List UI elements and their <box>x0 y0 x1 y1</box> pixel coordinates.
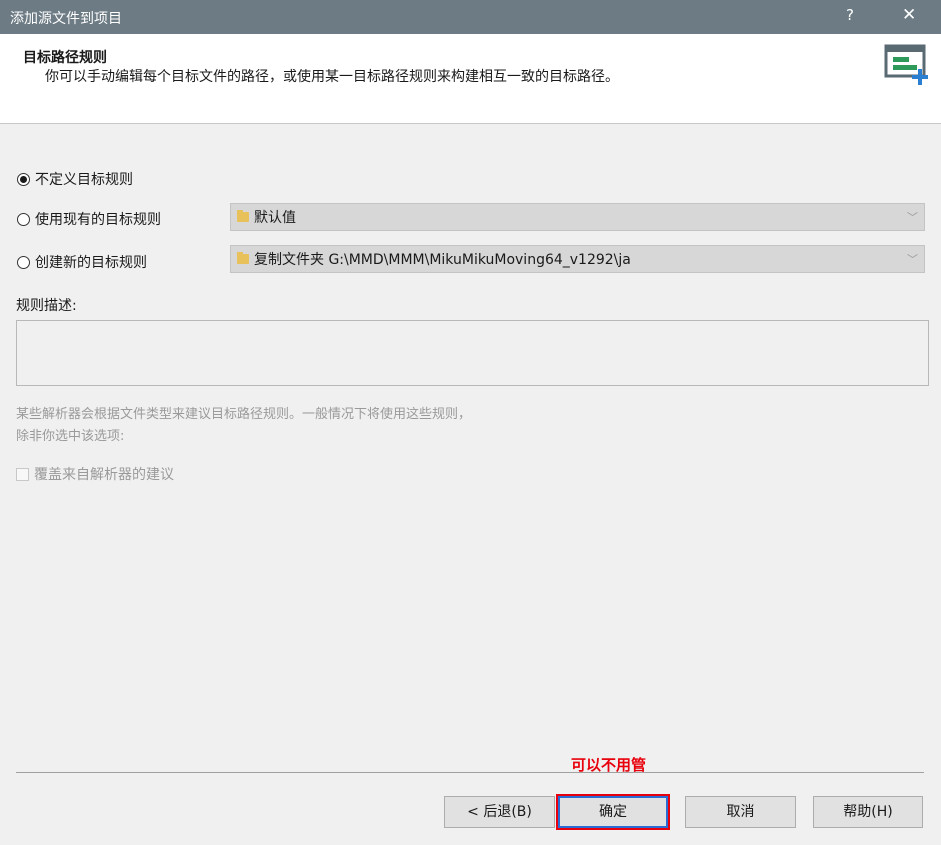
new-rule-select[interactable]: 复制文件夹 G:\MMD\MMM\MikuMikuMoving64_v1292\… <box>230 245 925 273</box>
dialog-header: 目标路径规则 你可以手动编辑每个目标文件的路径，或使用某一目标路径规则来构建相互… <box>0 34 941 124</box>
title-bar: 添加源文件到项目 ? ✕ <box>0 0 941 34</box>
override-checkbox[interactable] <box>16 467 29 481</box>
override-option[interactable]: 覆盖来自解析器的建议 <box>16 464 174 484</box>
radio-label: 创建新的目标规则 <box>35 255 147 271</box>
annotation-text: 可以不用管 <box>571 756 647 774</box>
back-button[interactable]: < 后退(B) <box>444 796 555 828</box>
radio-label: 不定义目标规则 <box>35 172 133 188</box>
radio-existing-rule[interactable]: 使用现有的目标规则 <box>17 209 161 229</box>
close-icon[interactable]: ✕ <box>902 5 916 25</box>
select-value: 默认值 <box>254 210 296 226</box>
help-icon[interactable]: ? <box>846 6 854 24</box>
divider <box>16 772 924 773</box>
radio-label: 使用现有的目标规则 <box>35 212 161 228</box>
window-title: 添加源文件到项目 <box>10 11 122 27</box>
folder-icon <box>237 252 249 264</box>
ok-button[interactable]: 确定 <box>556 794 670 830</box>
radio-new-rule[interactable]: 创建新的目标规则 <box>17 252 147 272</box>
cancel-button[interactable]: 取消 <box>685 796 796 828</box>
section-title: 目标路径规则 <box>23 50 107 66</box>
existing-rule-select[interactable]: 默认值 ﹀ <box>230 203 925 231</box>
radio-button[interactable] <box>17 212 30 226</box>
override-label: 覆盖来自解析器的建议 <box>34 467 174 483</box>
chevron-down-icon[interactable]: ﹀ <box>907 251 918 267</box>
hint-line: 某些解析器会根据文件类型来建议目标路径规则。一般情况下将使用这些规则， <box>16 407 472 422</box>
help-button[interactable]: 帮助(H) <box>813 796 923 828</box>
chevron-down-icon[interactable]: ﹀ <box>907 209 918 225</box>
radio-button[interactable] <box>17 255 30 269</box>
add-file-icon <box>884 44 928 85</box>
rule-description-box <box>16 320 929 386</box>
select-value: 复制文件夹 G:\MMD\MMM\MikuMikuMoving64_v1292\… <box>254 252 631 268</box>
hint-text: 某些解析器会根据文件类型来建议目标路径规则。一般情况下将使用这些规则， 除非你选… <box>16 404 471 448</box>
radio-no-rule[interactable]: 不定义目标规则 <box>17 169 133 189</box>
folder-icon <box>237 210 249 222</box>
section-description: 你可以手动编辑每个目标文件的路径，或使用某一目标路径规则来构建相互一致的目标路径… <box>45 69 619 85</box>
rule-description-label: 规则描述: <box>16 298 77 314</box>
hint-line: 除非你选中该选项: <box>16 429 125 444</box>
radio-button[interactable] <box>17 172 30 186</box>
